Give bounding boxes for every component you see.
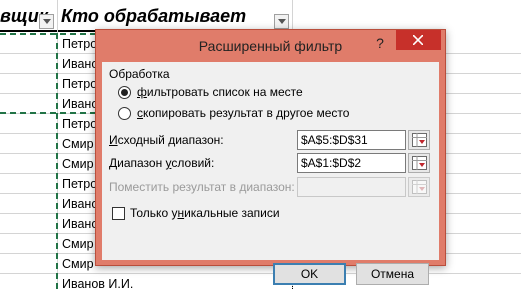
selection-marquee [0, 112, 96, 114]
label-text: Диапазон [109, 156, 166, 170]
dropdown-arrow-icon [43, 19, 51, 24]
copy-to-label: Поместить результат в диапазон: [109, 180, 295, 194]
selection-marquee [0, 33, 96, 35]
close-button[interactable] [396, 30, 441, 50]
cell-handler-name[interactable]: Ивано [62, 94, 98, 114]
dropdown-arrow-icon [278, 19, 286, 24]
label-accelerator: ф [137, 85, 147, 99]
help-button[interactable]: ? [371, 32, 389, 54]
advanced-filter-dialog: Расширенный фильтр ? Обработка фильтрова… [95, 29, 446, 285]
label-text: копировать результат в другое место [143, 106, 350, 120]
cell-handler-name[interactable]: Петро [62, 114, 97, 134]
processing-group-label: Обработка [109, 67, 170, 81]
cell-handler-name[interactable]: Ивано [62, 214, 98, 234]
header-cell-handler[interactable]: Кто обрабатывает [58, 0, 292, 32]
unique-records-checkbox[interactable] [112, 207, 125, 220]
range-collapse-icon [412, 156, 427, 170]
copy-to-input[interactable] [297, 177, 406, 197]
ok-button[interactable]: OK [273, 263, 346, 285]
copy-to-picker-button[interactable] [408, 177, 430, 197]
cell-handler-name[interactable]: Петро [62, 34, 97, 54]
filter-in-place-label[interactable]: фильтровать список на месте [137, 85, 303, 99]
range-collapse-icon [412, 180, 427, 194]
range-collapse-icon [412, 133, 427, 147]
label-text: Только у [130, 206, 178, 220]
label-text: икальные записи [184, 206, 280, 220]
cell-handler-name[interactable]: Смир [62, 154, 94, 174]
cell-handler-name[interactable]: Петро [62, 174, 97, 194]
label-text: ильтровать список на месте [146, 85, 303, 99]
criteria-range-label: Диапазон условий: [109, 156, 214, 170]
unique-records-label[interactable]: Только уникальные записи [130, 206, 280, 220]
cell-handler-name[interactable]: Иванов И.И. [62, 274, 133, 294]
dialog-title: Расширенный фильтр [198, 38, 343, 54]
label-text: сходный диапазон: [117, 133, 224, 147]
cell-handler-name[interactable]: Петро [62, 74, 97, 94]
cell-handler-name[interactable]: Смир [62, 234, 94, 254]
copy-to-location-radio[interactable] [118, 107, 131, 120]
copy-to-location-label[interactable]: скопировать результат в другое место [137, 106, 349, 120]
list-range-input[interactable]: $A$5:$D$31 [297, 130, 406, 150]
label-accelerator: И [109, 133, 118, 147]
cell-handler-name[interactable]: Ивано [62, 194, 98, 214]
list-range-label: Исходный диапазон: [109, 133, 224, 147]
cell-handler-name[interactable]: Смир [62, 134, 94, 154]
header-cell-text: Кто обрабатывает [61, 6, 247, 26]
criteria-range-input[interactable]: $A$1:$D$2 [297, 153, 406, 173]
cell-handler-name[interactable]: Ивано [62, 54, 98, 74]
criteria-range-picker-button[interactable] [408, 153, 430, 173]
list-range-picker-button[interactable] [408, 130, 430, 150]
close-icon [413, 35, 423, 45]
filter-in-place-radio[interactable] [118, 86, 131, 99]
label-text: словий: [171, 156, 215, 170]
filter-dropdown-button[interactable] [39, 14, 54, 29]
cancel-button[interactable]: Отмена [356, 263, 429, 285]
cell-handler-name[interactable]: Смир [62, 254, 94, 274]
filter-dropdown-button[interactable] [274, 14, 289, 29]
selection-marquee [56, 33, 58, 289]
dialog-title-bar[interactable]: Расширенный фильтр ? [96, 30, 445, 62]
dialog-body: Обработка фильтровать список на месте ск… [102, 62, 439, 285]
